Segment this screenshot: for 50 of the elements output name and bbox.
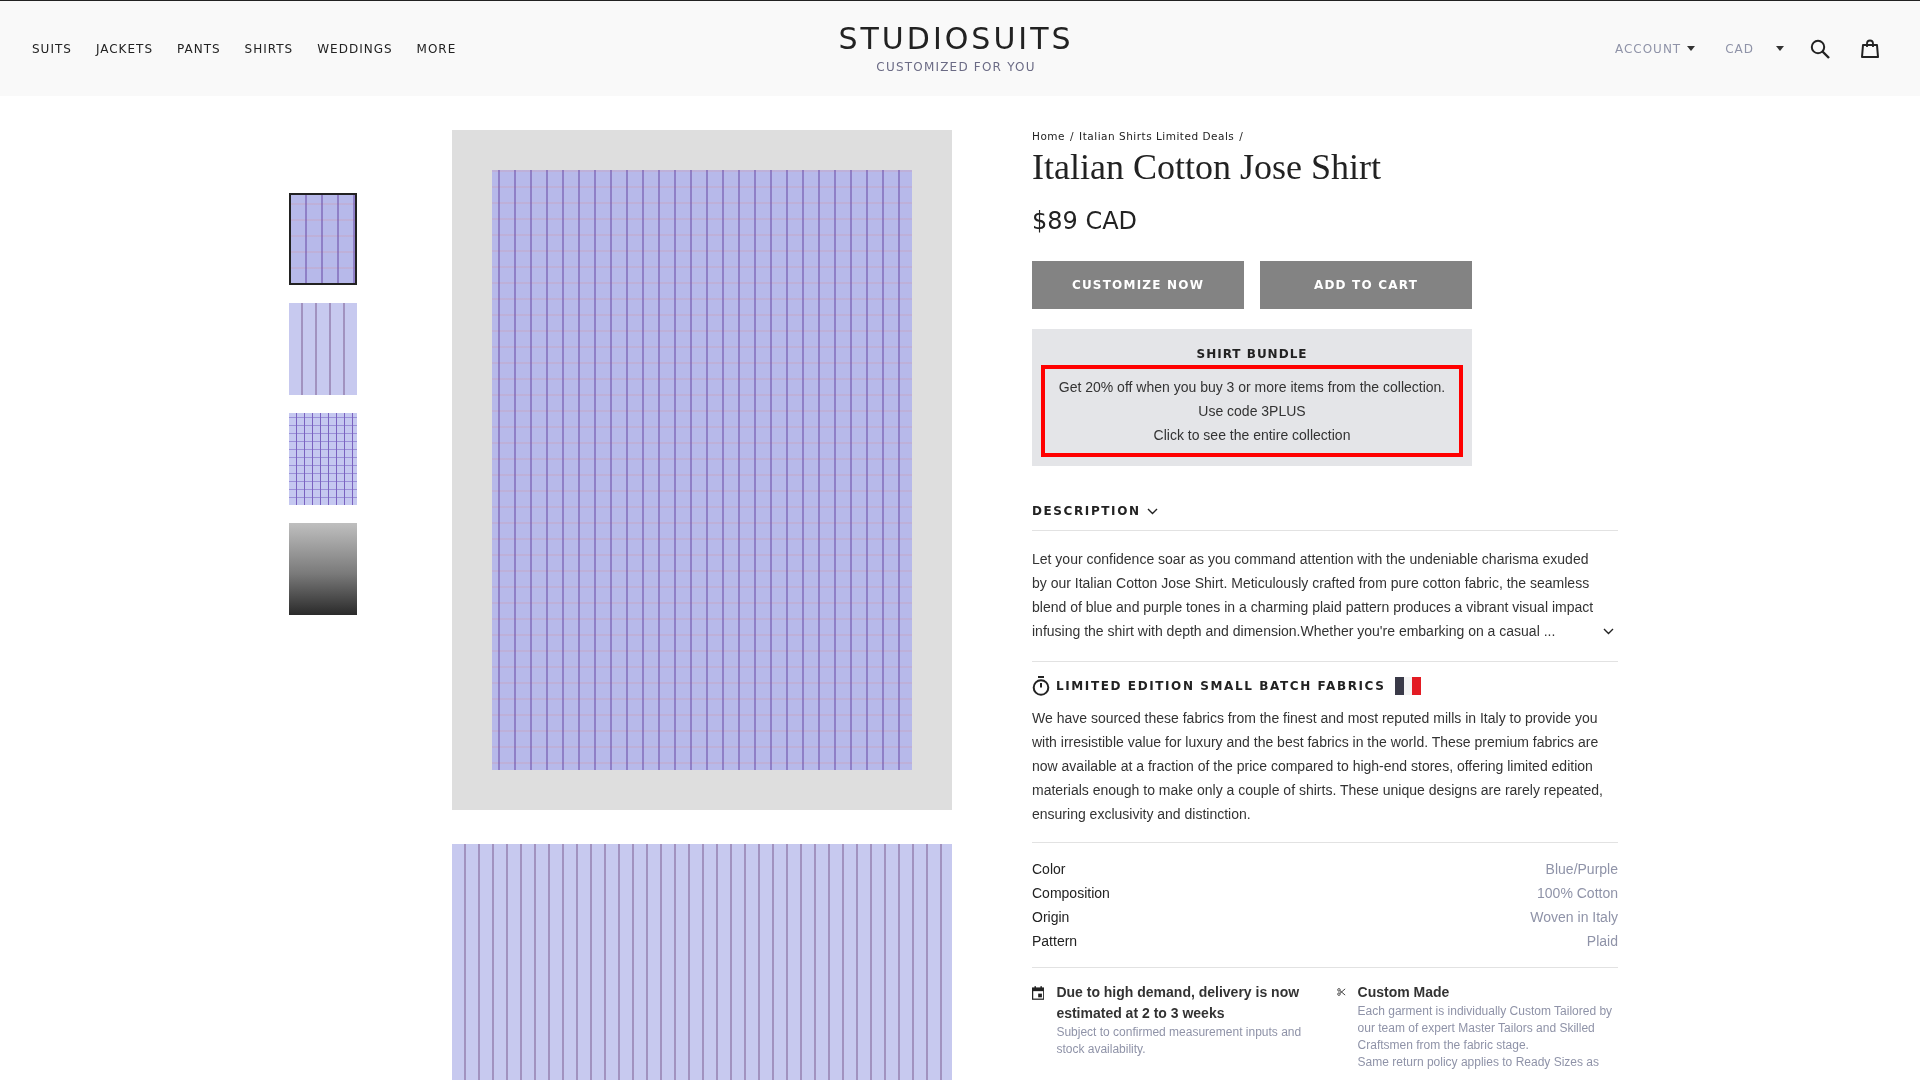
action-button[interactable]: CUSTOMIZE NOW — [1032, 261, 1244, 310]
logo[interactable]: STUDIOSUITS — [838, 23, 1074, 54]
spec-value: 100% Cotton — [1537, 884, 1618, 904]
spec-label: Composition — [1032, 884, 1110, 904]
spec-value: Blue/Purple — [1545, 860, 1618, 880]
product-title: Italian Cotton Jose Shirt — [1032, 146, 1382, 189]
thumbnail[interactable] — [289, 413, 357, 505]
promo-text: Click to see the entire collection — [1152, 426, 1352, 446]
flag-icon — [1395, 677, 1422, 696]
nav-link[interactable]: WEDDINGS — [317, 41, 393, 56]
search-icon[interactable] — [1810, 38, 1830, 59]
description-text: Let your confidence soar as you command attention with the undeniable charisma exuded by our Italian Cotton Jose Shirt. Meticulously crafted from pure cotton fabric, the seamless blend of blue and purple tones in a charming plaid pattern produces a vibrant visual impact infusing the shirt with depth and dimension.Whether you're embarking on a casual ... — [1032, 550, 1595, 642]
breadcrumb-separator: / — [1070, 130, 1075, 142]
promo-text: Use code 3PLUS — [1197, 402, 1307, 422]
nav-link[interactable]: MORE — [416, 41, 457, 56]
thumbnail[interactable] — [289, 523, 357, 615]
nav-link[interactable]: PANTS — [177, 41, 221, 56]
spec-label: Pattern — [1032, 932, 1078, 952]
stopwatch-icon — [1032, 676, 1050, 697]
feature-text: Each garment is individually Custom Tailored by our team of expert Master Tailors and Skilled Craftsmen from the fabric stage. — [1357, 1003, 1614, 1055]
breadcrumb-link[interactable]: Home — [1032, 130, 1065, 142]
shopping-bag-icon[interactable] — [1860, 38, 1880, 59]
price: $89 CAD — [1032, 207, 1139, 236]
feature-text: Subject to confirmed measurement inputs and stock availability. — [1056, 1024, 1303, 1059]
bundle-title: SHIRT BUNDLE — [1195, 347, 1309, 362]
nav-link[interactable]: JACKETS — [95, 41, 153, 56]
promo-text: Get 20% off when you buy 3 or more items from the collection. — [1057, 378, 1447, 398]
description-toggle[interactable]: DESCRIPTION — [1032, 504, 1141, 519]
feature-title: Due to high demand, delivery is now estimated at 2 to 3 weeks — [1056, 983, 1301, 1024]
action-button[interactable]: ADD TO CART — [1260, 261, 1472, 310]
feature-title: Custom Made — [1357, 983, 1451, 1003]
chevron-down-icon[interactable] — [1146, 507, 1158, 515]
thumbnail[interactable] — [289, 193, 357, 285]
nav-link[interactable]: SHIRTS — [244, 41, 294, 56]
breadcrumb-separator: / — [1239, 130, 1244, 142]
nav-link[interactable]: SUITS — [32, 41, 72, 56]
fabrics-text: We have sourced these fabrics from the finest and most reputed mills in Italy to provide you with irresistible value for luxury and the best fabrics in the world. These premium fabrics are now available at a fraction of the price compared to high-end stores, offering limited edition materials enough to make only a couple of shirts. These unique designs are rarely repeated, ensuring exclusivity and distinction. — [1032, 706, 1618, 844]
tagline: CUSTOMIZED FOR YOU — [876, 59, 1036, 74]
caret-icon[interactable] — [1776, 46, 1784, 51]
spec-label: Color — [1032, 860, 1066, 880]
thumbnail[interactable] — [289, 303, 357, 395]
caret-icon[interactable] — [1687, 46, 1696, 51]
spec-value: Plaid — [1586, 932, 1618, 952]
promo-box[interactable]: Get 20% off when you buy 3 or more items from the collection. Use code 3PLUS Click to see the entire collection — [1041, 365, 1463, 458]
spec-value: Woven in Italy — [1530, 908, 1618, 928]
spec-label: Origin — [1032, 908, 1070, 928]
breadcrumb-link[interactable]: Italian Shirts Limited Deals — [1079, 130, 1235, 142]
fabrics-heading: LIMITED EDITION SMALL BATCH FABRICS — [1056, 679, 1386, 694]
feature-text: Same return policy applies to Ready Sizes as — [1357, 1054, 1600, 1072]
chevron-down-icon[interactable] — [1603, 628, 1614, 636]
